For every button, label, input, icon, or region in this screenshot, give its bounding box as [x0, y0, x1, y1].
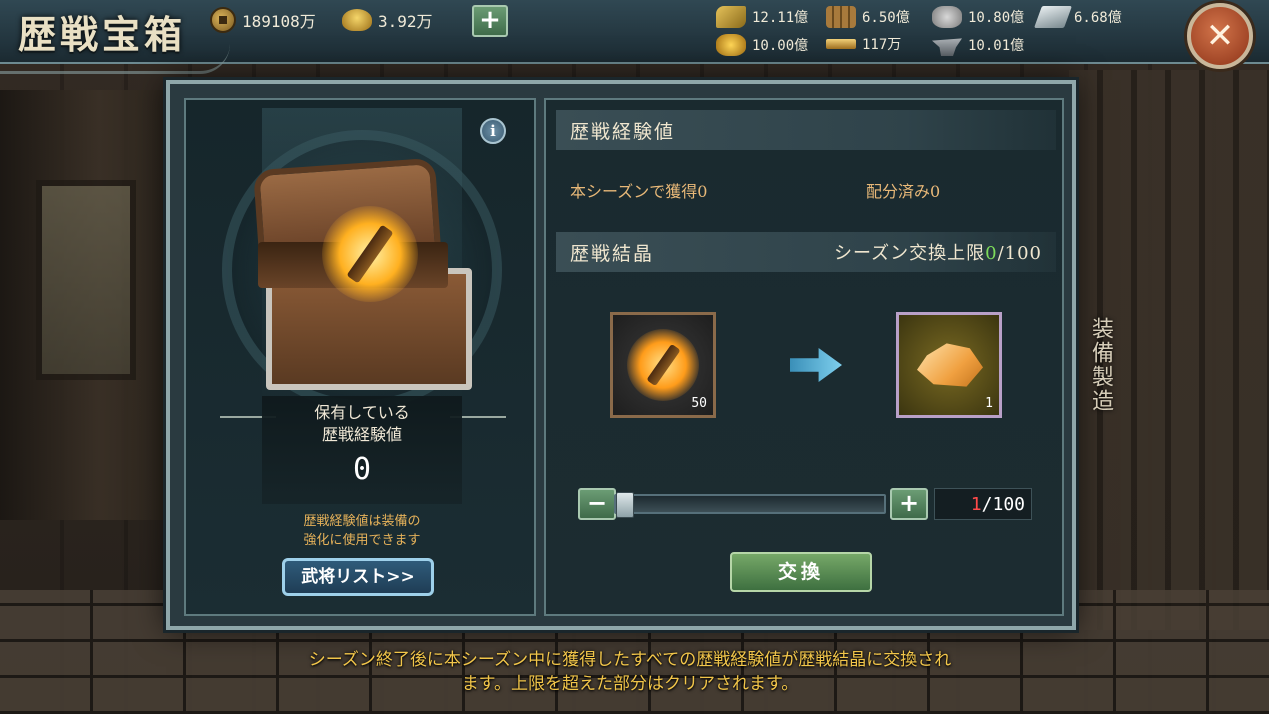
- equipment-crafting-tab[interactable]: 装備製造: [1082, 300, 1118, 430]
- footer-note-line2: ます。上限を超えた部分はクリアされます。: [461, 674, 799, 694]
- season-limit-current: 0: [985, 243, 998, 264]
- output-item-slot[interactable]: 1: [896, 312, 1002, 418]
- main-dialog: i 保有している 歴戦経験値 0 歴戦経験値は装備の 強化に使用できます 武将リ…: [166, 80, 1076, 630]
- arrow-right-icon: [790, 348, 842, 382]
- resource-value: 10.80億: [968, 10, 1025, 26]
- general-list-button[interactable]: 武将リスト>>: [282, 558, 434, 596]
- resource-grain: 12.11億: [716, 6, 808, 28]
- copper-value: 189108万: [242, 12, 316, 31]
- input-item-qty: 50: [691, 396, 707, 411]
- season-gain-stat: 本シーズンで獲得0: [570, 182, 708, 201]
- treasure-chest-icon: [244, 157, 480, 398]
- exchange-panel: 歴戦経験値 本シーズンで獲得0 配分済み0 歴戦結晶 シーズン交換上限0/100…: [544, 98, 1064, 616]
- add-currency-button[interactable]: +: [472, 5, 508, 37]
- held-exp-label-2: 歴戦経験値: [321, 425, 402, 444]
- held-exp-label-1: 保有している: [314, 403, 410, 422]
- held-exp-value: 0: [352, 452, 372, 487]
- anvil-icon: [932, 38, 962, 56]
- quantity-max: /100: [981, 493, 1025, 515]
- top-bar: 歴戦宝箱 189108万 3.92万 + 12.11億 6.50億 10.80億…: [0, 0, 1269, 74]
- gold-icon: [716, 34, 746, 56]
- ingot-currency: 3.92万: [342, 7, 433, 33]
- page-title: 歴戦宝箱: [18, 12, 187, 57]
- iron-icon: [1033, 6, 1073, 28]
- footer-note-line1: シーズン終了後に本シーズン中に獲得したすべての歴戦経験値が歴戦結晶に交換され: [308, 650, 952, 670]
- quantity-field[interactable]: 1/100: [934, 488, 1032, 520]
- decrease-button[interactable]: −: [578, 488, 616, 520]
- exp-usage-note-line2: 強化に使用できます: [303, 533, 421, 548]
- increase-button[interactable]: +: [890, 488, 928, 520]
- season-limit-label: シーズン交換上限: [834, 243, 986, 264]
- stone-icon: [932, 6, 962, 28]
- resource-value: 10.01億: [968, 38, 1025, 54]
- resource-value: 6.68億: [1074, 10, 1122, 26]
- slider-thumb[interactable]: [616, 492, 634, 518]
- season-limit-max: /100: [997, 243, 1042, 264]
- crystal-icon: [917, 343, 983, 387]
- background-window: [36, 180, 136, 380]
- footer-note: シーズン終了後に本シーズン中に獲得したすべての歴戦経験値が歴戦結晶に交換され ま…: [180, 648, 1080, 696]
- exp-section-header: 歴戦経験値: [556, 110, 1056, 150]
- info-icon[interactable]: i: [480, 118, 506, 144]
- grain-icon: [716, 6, 746, 28]
- wood-icon: [826, 6, 856, 28]
- close-button[interactable]: ✕: [1187, 3, 1253, 69]
- exp-emblem-icon: [627, 329, 699, 401]
- resource-iron: 6.68億: [1033, 6, 1122, 28]
- crystal-section-title: 歴戦結晶: [570, 242, 655, 265]
- input-item-slot[interactable]: 50: [610, 312, 716, 418]
- sword-icon: [346, 224, 394, 284]
- exchange-button[interactable]: 交換: [730, 552, 872, 592]
- resource-anvil: 10.01億: [932, 34, 1024, 56]
- ingot-value: 3.92万: [378, 12, 433, 31]
- quantity-slider[interactable]: [614, 492, 886, 518]
- resource-stone: 10.80億: [932, 6, 1024, 28]
- resource-value: 117万: [862, 37, 902, 53]
- copper-coin-icon: [210, 7, 236, 33]
- exp-usage-note: 歴戦経験値は装備の 強化に使用できます: [206, 512, 518, 550]
- exp-section-title: 歴戦経験値: [570, 120, 676, 143]
- held-exp-box: 保有している 歴戦経験値 0: [262, 396, 462, 504]
- resource-gold-bar: 117万: [826, 34, 901, 54]
- sword-icon: [645, 343, 681, 387]
- copper-currency: 189108万: [210, 7, 316, 33]
- crystal-section-header: 歴戦結晶 シーズン交換上限0/100: [556, 232, 1056, 272]
- resource-value: 6.50億: [862, 10, 910, 26]
- resource-value: 12.11億: [752, 10, 809, 26]
- output-item-qty: 1: [985, 396, 993, 411]
- sword-emblem-icon: [322, 206, 418, 302]
- gold-bar-icon: [826, 39, 856, 49]
- allocated-stat: 配分済み0: [866, 182, 941, 201]
- season-exchange-limit: シーズン交換上限0/100: [834, 239, 1042, 265]
- exp-usage-note-line1: 歴戦経験値は装備の: [303, 514, 421, 529]
- quantity-current: 1: [970, 493, 982, 515]
- resource-wood: 6.50億: [826, 6, 910, 28]
- chest-panel: i 保有している 歴戦経験値 0 歴戦経験値は装備の 強化に使用できます 武将リ…: [184, 98, 536, 616]
- resource-gold: 10.00億: [716, 34, 808, 56]
- resource-value: 10.00億: [752, 38, 809, 54]
- gold-ingot-icon: [342, 9, 372, 31]
